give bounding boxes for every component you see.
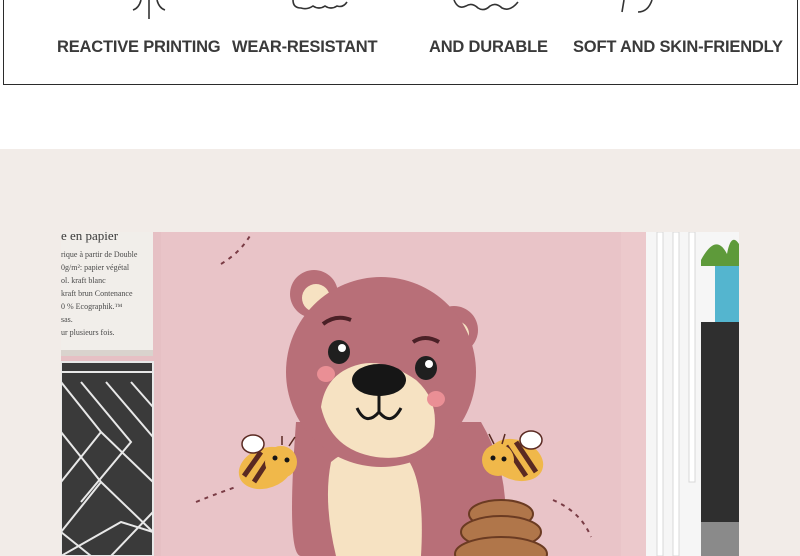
- product-photo: e en papier rique à partir de Double 0g/…: [61, 232, 739, 556]
- paper-text-line: kraft brun Contenance: [61, 289, 133, 298]
- cloud-icon: [292, 0, 348, 10]
- feature-soft-skin-friendly: SOFT AND SKIN-FRIENDLY: [570, 0, 792, 84]
- feature-reactive-printing: REACTIVE PRINTING: [54, 0, 224, 84]
- feature-label: WEAR-RESISTANT: [232, 38, 378, 56]
- paper-tag: e en papier rique à partir de Double 0g/…: [61, 232, 153, 356]
- feature-and-durable: AND DURABLE: [426, 0, 556, 84]
- paper-text-line: sas.: [61, 315, 73, 324]
- feature-label: REACTIVE PRINTING: [57, 38, 221, 56]
- curve-icon: [621, 0, 653, 13]
- paper-text-line: e en papier: [61, 232, 119, 243]
- paper-text-line: ur plusieurs fois.: [61, 328, 115, 337]
- paper-text-line: 0g/m²: papier végétal: [61, 263, 130, 272]
- wire-rack: [61, 361, 154, 556]
- wave-icon: [453, 0, 519, 11]
- feature-panel: REACTIVE PRINTING WEAR-RESISTANT AND DUR…: [3, 0, 798, 85]
- feature-wear-resistant: WEAR-RESISTANT: [229, 0, 379, 84]
- paper-text-line: 0 % Ecographik.™: [61, 302, 123, 311]
- paper-text-line: rique à partir de Double: [61, 250, 138, 259]
- paper-text-line: ol. kraft blanc: [61, 276, 106, 285]
- leaf-icon: [132, 0, 166, 19]
- feature-label: AND DURABLE: [429, 38, 548, 56]
- feature-label: SOFT AND SKIN-FRIENDLY: [573, 38, 783, 56]
